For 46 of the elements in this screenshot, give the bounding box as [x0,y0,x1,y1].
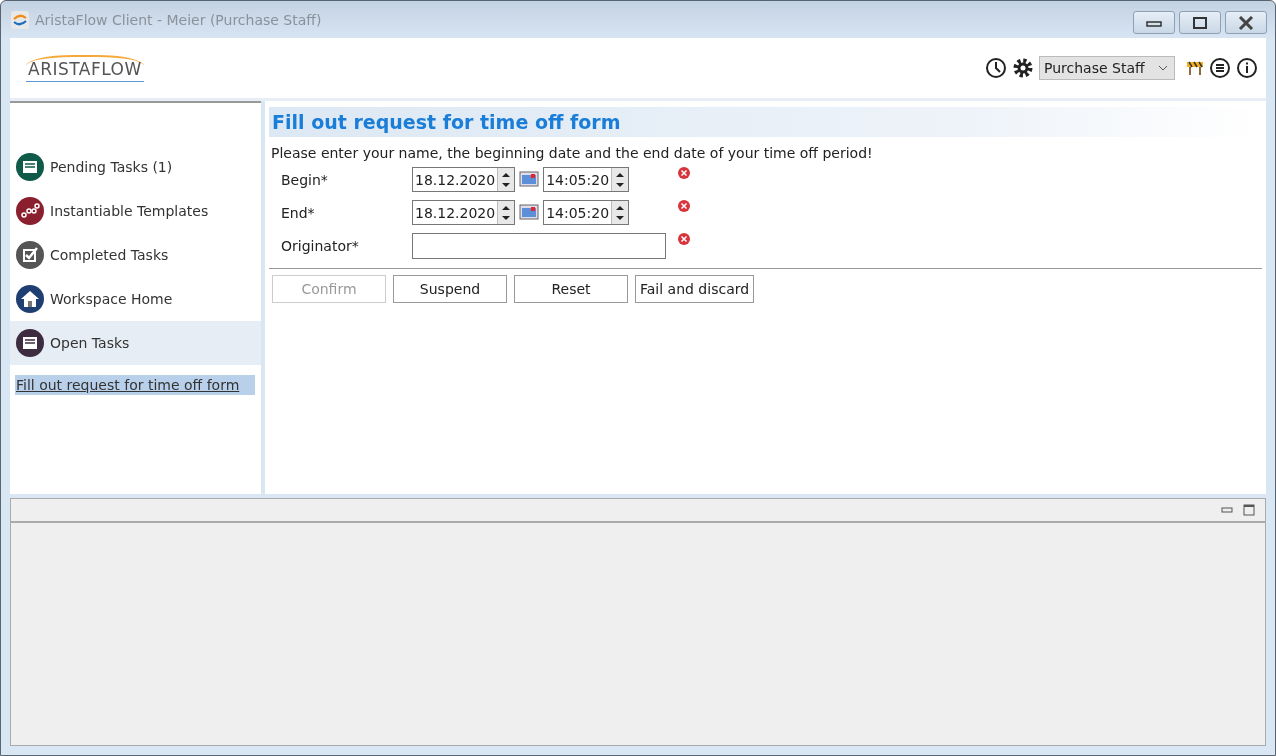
minimize-button[interactable] [1133,11,1175,34]
form-button[interactable]: Suspend [393,275,507,303]
role-dropdown[interactable]: Purchase Staff [1039,56,1175,80]
instruction-text: Please enter your name, the beginning date and the end date of your time off period! [271,145,874,161]
window-title: AristaFlow Client - Meier (Purchase Staff) [35,11,322,28]
sidebar-item[interactable]: Completed Tasks [10,233,261,277]
field-label: End* [281,204,316,221]
originator-field[interactable] [412,233,666,259]
spinner-icon[interactable] [497,168,515,191]
calendar-icon[interactable] [519,169,540,189]
calendar-icon[interactable] [519,202,540,222]
maximize-icon[interactable] [1243,504,1255,516]
list-icon[interactable] [1209,57,1231,79]
spinner-icon[interactable] [611,201,629,224]
caret-icon [1158,65,1168,71]
open-task-link[interactable]: Fill out request for time off form [15,375,255,395]
maximize-icon [1192,15,1208,30]
nodes-icon [16,197,44,225]
date-field[interactable]: 18.12.2020 [412,200,516,225]
sidebar-item[interactable]: Workspace Home [10,277,261,321]
spinner-icon[interactable] [497,201,515,224]
form-button[interactable]: Reset [514,275,628,303]
spinner-icon[interactable] [611,168,629,191]
checkbox-icon [16,241,44,269]
time-field[interactable]: 14:05:20 [543,167,630,192]
close-button[interactable] [1225,11,1267,34]
maximize-button[interactable] [1179,11,1221,34]
sidebar-item[interactable]: Open Tasks [10,321,261,365]
settings-icon[interactable] [1012,57,1034,79]
tray-icon [16,153,44,181]
app-logo-icon [11,10,29,29]
close-icon [1237,15,1255,30]
minimize-icon[interactable] [1221,506,1233,514]
house-icon [16,285,44,313]
sidebar-item[interactable]: Pending Tasks (1) [10,145,261,189]
clock-icon[interactable] [985,57,1007,79]
date-field[interactable]: 18.12.2020 [412,167,516,192]
field-label: Begin* [281,171,329,188]
info-icon[interactable] [1236,57,1258,79]
form-button[interactable]: Fail and discard [635,275,755,303]
sidebar-item[interactable]: Instantiable Templates [10,189,261,233]
field-label: Originator* [281,237,360,254]
time-field[interactable]: 14:05:20 [543,200,630,225]
tray-icon [16,329,44,357]
roadblock-icon[interactable] [1186,60,1204,76]
aristaflow-logo: ARISTAFLOW [26,54,144,82]
